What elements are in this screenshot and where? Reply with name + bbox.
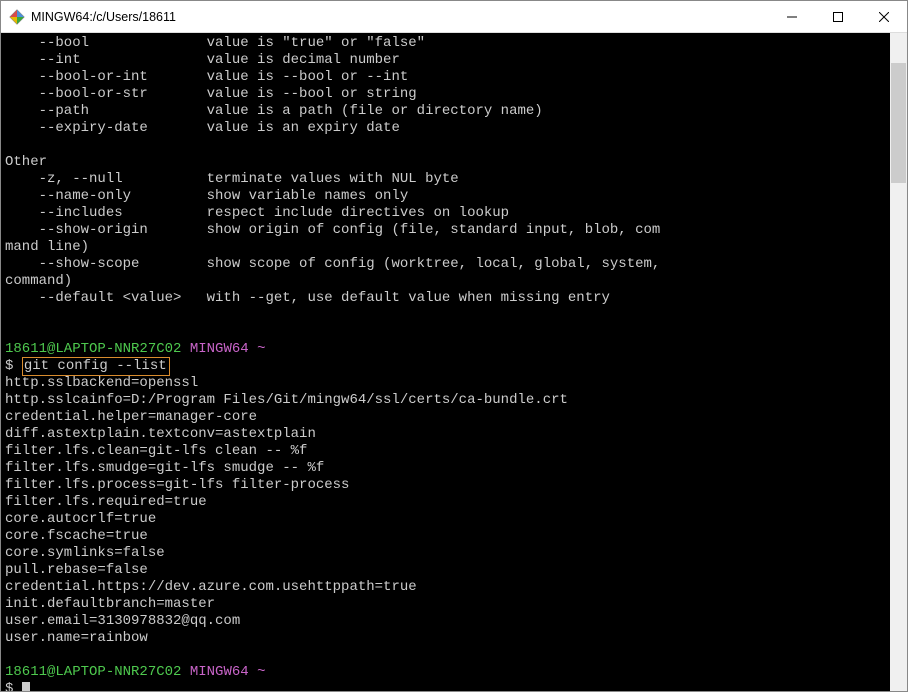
command-highlight: git config --list (22, 357, 170, 376)
minimize-button[interactable] (769, 1, 815, 32)
close-button[interactable] (861, 1, 907, 32)
title-bar[interactable]: MINGW64:/c/Users/18611 (1, 1, 907, 33)
maximize-button[interactable] (815, 1, 861, 32)
app-icon (9, 9, 25, 25)
scrollbar-thumb[interactable] (891, 63, 906, 183)
prompt-tilde: ~ (257, 341, 265, 357)
window-controls (769, 1, 907, 32)
scrollbar[interactable] (890, 33, 907, 691)
terminal-output[interactable]: --bool value is "true" or "false" --int … (1, 33, 890, 691)
prompt-tilde: ~ (257, 664, 265, 680)
application-window: MINGW64:/c/Users/18611 --bool value is "… (0, 0, 908, 692)
prompt-mingw: MINGW64 (190, 341, 249, 357)
terminal-container: --bool value is "true" or "false" --int … (1, 33, 907, 691)
window-title: MINGW64:/c/Users/18611 (31, 10, 769, 24)
prompt-mingw: MINGW64 (190, 664, 249, 680)
prompt-user: 18611@LAPTOP-NNR27C02 (5, 664, 181, 680)
prompt-user: 18611@LAPTOP-NNR27C02 (5, 341, 181, 357)
terminal-cursor (22, 682, 30, 691)
